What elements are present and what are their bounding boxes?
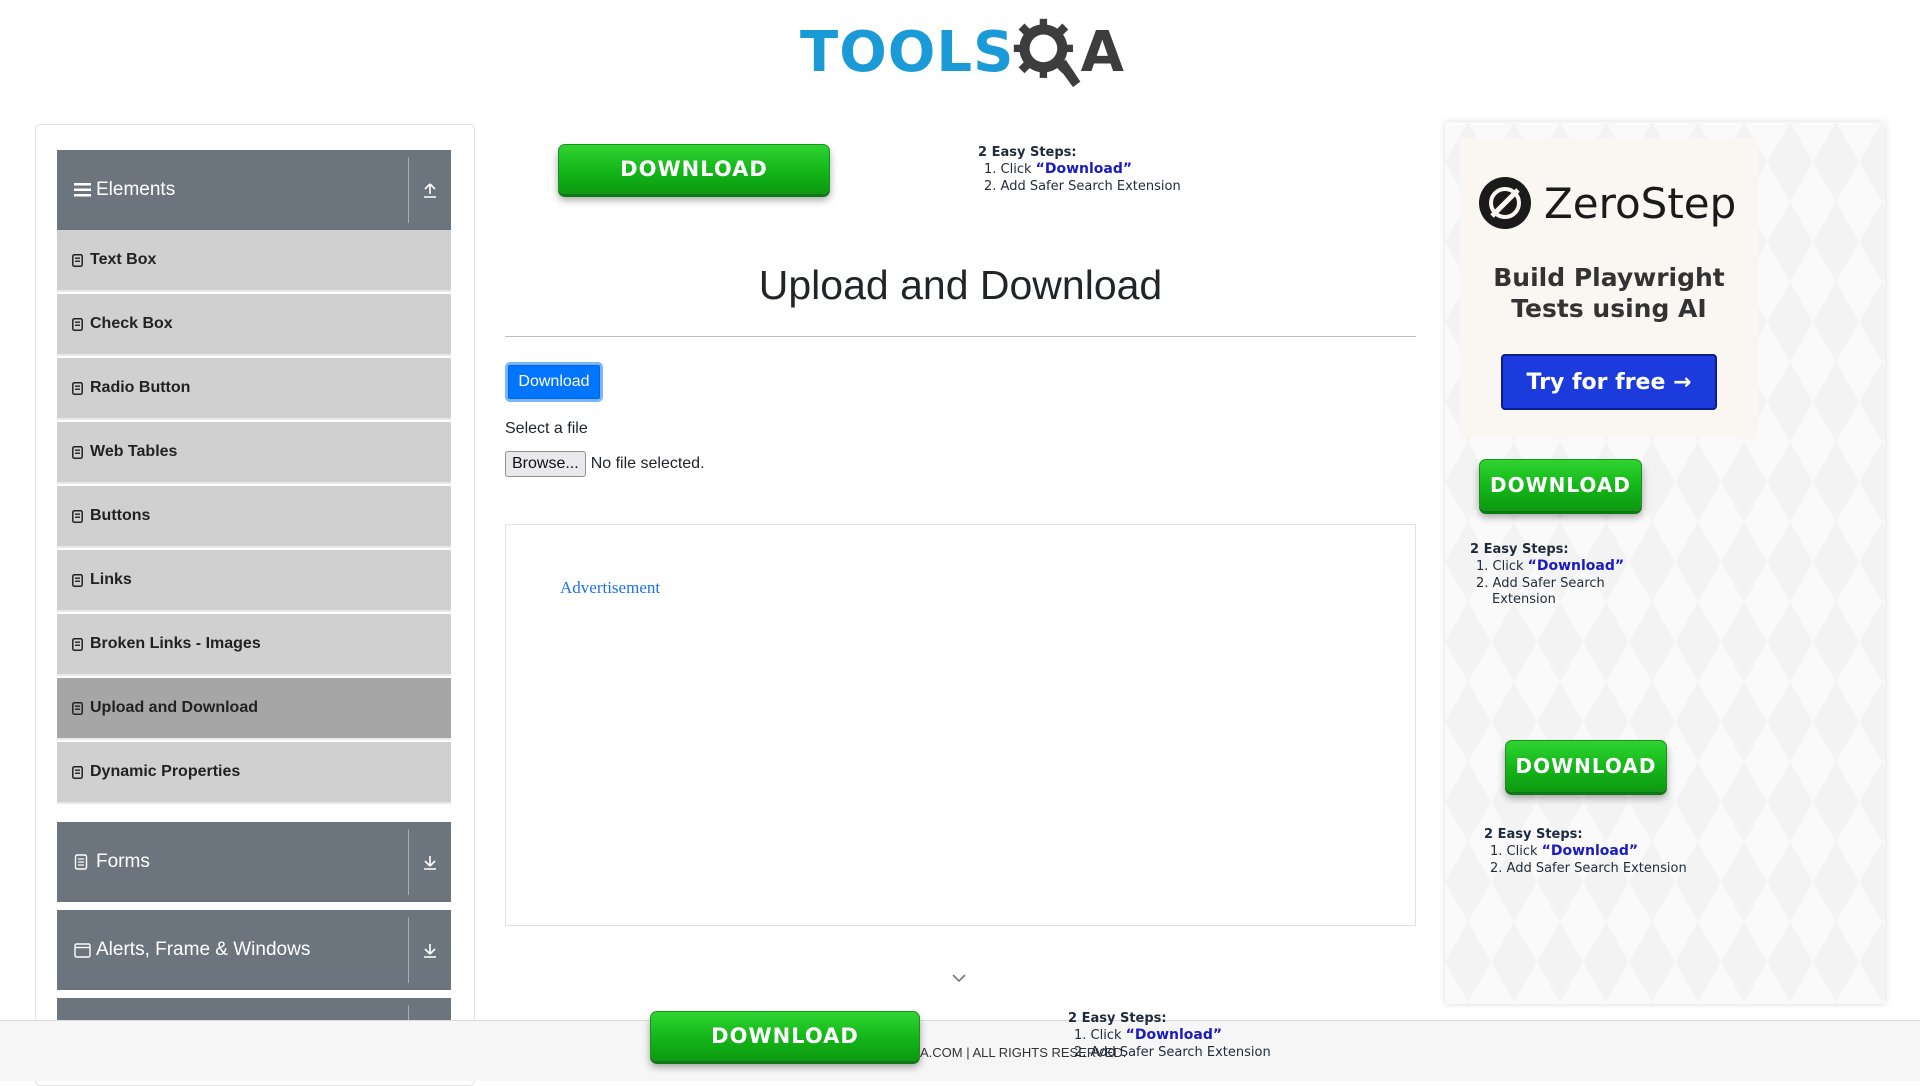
sidebar-group-elements[interactable]: Elements [57,150,451,230]
sidebar-item-label: Upload and Download [90,699,258,716]
advertisement-label: Advertisement [560,578,661,597]
sidebar-group-alerts-frame-windows[interactable]: Alerts, Frame & Windows [57,910,451,990]
sidebar-group-label: Alerts, Frame & Windows [96,939,311,960]
sidebar-item-label: Links [90,571,132,588]
file-upload-input[interactable]: Browse... No file selected. [505,451,705,477]
promo-steps-right-2: 2 Easy Steps: 1. Click “Download” 2. Add… [1484,827,1687,876]
zerostep-logo: ZeroStep [1478,176,1736,230]
title-divider [505,336,1416,337]
sidebar-item-text-box[interactable]: Text Box [57,230,451,292]
item-icon [72,509,86,523]
promo-download-button-right-2[interactable]: DOWNLOAD [1505,740,1667,792]
toolsqa-logo[interactable]: TOOLS A [800,14,1125,92]
footer: A.COM | ALL RIGHTS RESERVED. [0,1020,1920,1081]
advertisement-box: Advertisement [505,524,1416,926]
sidebar-item-label: Buttons [90,507,151,524]
promo-download-button-bottom[interactable]: DOWNLOAD [650,1011,920,1061]
browse-button[interactable]: Browse... [505,451,586,477]
zerostep-logo-icon [1479,177,1531,229]
promo-download-button-top[interactable]: DOWNLOAD [558,144,830,194]
item-icon [72,317,86,331]
zerostep-ad[interactable]: ZeroStep Build Playwright Tests using AI… [1460,138,1758,438]
try-for-free-button[interactable]: Try for free → [1501,354,1717,410]
sidebar-item-upload-and-download[interactable]: Upload and Download [57,678,451,740]
item-icon [72,637,86,651]
logo-text-a: A [1080,20,1125,85]
gear-magnifier-icon [1014,18,1081,88]
window-icon [74,942,92,958]
sidebar-item-links[interactable]: Links [57,550,451,612]
sidebar-item-radio-button[interactable]: Radio Button [57,358,451,420]
document-icon [74,854,92,870]
sidebar-item-label: Check Box [90,315,173,332]
promo-steps-right-1: 2 Easy Steps: 1. Click “Download” 2. Add… [1470,542,1625,607]
sidebar-item-check-box[interactable]: Check Box [57,294,451,356]
promo-download-button-right-1[interactable]: DOWNLOAD [1479,459,1642,511]
sidebar-item-label: Web Tables [90,443,178,460]
hamburger-icon [74,183,92,197]
item-icon [72,253,86,267]
sidebar-item-label: Radio Button [90,379,191,396]
expand-down-icon[interactable] [409,854,451,870]
sidebar-item-broken-links-images[interactable]: Broken Links - Images [57,614,451,676]
zerostep-subtitle: Build Playwright Tests using AI [1493,263,1725,324]
download-button[interactable]: Download [505,362,603,402]
item-icon [72,701,86,715]
page-title: Upload and Download [758,262,1163,308]
promo-steps-top: 2 Easy Steps: 1. Click “Download” 2. Add… [978,145,1181,194]
sidebar-item-web-tables[interactable]: Web Tables [57,422,451,484]
promo-steps-bottom: 2 Easy Steps: 1. Click “Download” 2. Add… [1068,1011,1271,1060]
sidebar-item-label: Broken Links - Images [90,635,261,652]
item-icon [72,573,86,587]
sidebar-item-buttons[interactable]: Buttons [57,486,451,548]
item-icon [72,765,86,779]
sidebar-item-dynamic-properties[interactable]: Dynamic Properties [57,742,451,804]
file-status-text: No file selected. [590,455,705,472]
sidebar-item-label: Text Box [90,251,157,268]
logo-text-tools: TOOLS [800,20,1015,85]
sidebar: Elements Text Box Check Box Radio Button… [35,124,475,1086]
item-icon [72,381,86,395]
expand-down-icon[interactable] [409,942,451,958]
select-file-label: Select a file [505,420,588,437]
collapse-up-icon[interactable] [409,182,451,198]
chevron-down-icon[interactable] [951,972,967,984]
sidebar-item-label: Dynamic Properties [90,763,241,780]
item-icon [72,445,86,459]
sidebar-group-forms[interactable]: Forms [57,822,451,902]
sidebar-group-label: Elements [96,179,176,200]
sidebar-group-label: Forms [96,851,150,872]
